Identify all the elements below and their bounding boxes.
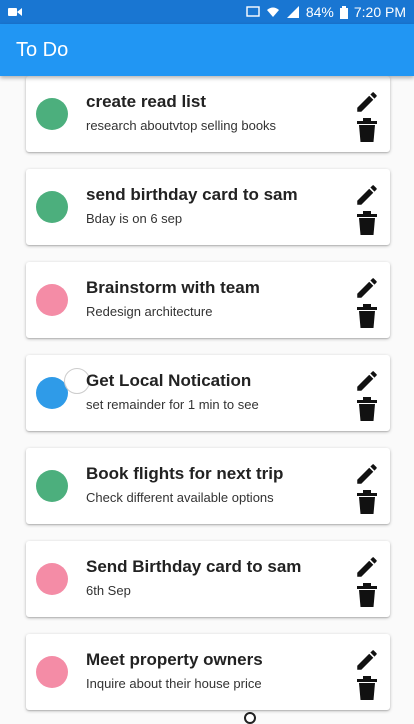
status-left — [8, 7, 246, 17]
clock: 7:20 PM — [353, 4, 406, 20]
task-subtitle: Bday is on 6 sep — [86, 211, 183, 226]
task-card[interactable]: Send Birthday card to sam 6th Sep — [26, 541, 390, 617]
app-title: To Do — [16, 38, 69, 61]
trash-icon[interactable] — [357, 490, 377, 514]
pencil-icon[interactable] — [354, 89, 380, 115]
signal-icon — [286, 6, 299, 18]
task-card[interactable]: Get Local Notication set remainder for 1… — [26, 355, 390, 431]
task-subtitle: 6th Sep — [86, 583, 131, 598]
trash-icon[interactable] — [357, 583, 377, 607]
task-title: Brainstorm with team — [86, 278, 260, 297]
task-card[interactable]: send birthday card to sam Bday is on 6 s… — [26, 169, 390, 245]
battery-percent: 84% — [305, 4, 334, 20]
pencil-icon[interactable] — [354, 368, 380, 394]
task-card[interactable]: Meet property owners Inquire about their… — [26, 634, 390, 710]
task-title: send birthday card to sam — [86, 185, 298, 204]
task-card[interactable]: Book flights for next trip Check differe… — [26, 448, 390, 524]
priority-dot — [36, 563, 68, 595]
priority-dot — [36, 284, 68, 316]
cast-icon — [246, 6, 260, 17]
pencil-icon[interactable] — [354, 461, 380, 487]
trash-icon[interactable] — [357, 397, 377, 421]
trash-icon[interactable] — [357, 304, 377, 328]
task-card[interactable]: create read list research aboutvtop sell… — [26, 76, 390, 152]
task-subtitle: research aboutvtop selling books — [86, 118, 277, 133]
battery-icon — [339, 5, 348, 19]
video-camera-icon — [8, 8, 22, 16]
priority-dot — [36, 191, 68, 223]
priority-dot — [36, 656, 68, 688]
status-bar: 84% 7:20 PM — [0, 0, 414, 24]
task-card[interactable]: Brainstorm with team Redesign architectu… — [26, 262, 390, 338]
task-subtitle: Redesign architecture — [86, 304, 213, 319]
trash-icon[interactable] — [357, 676, 377, 700]
task-title: Meet property owners — [86, 650, 263, 669]
trash-icon[interactable] — [357, 211, 377, 235]
task-title: create read list — [86, 92, 207, 111]
priority-dot — [36, 470, 68, 502]
pencil-icon[interactable] — [354, 647, 380, 673]
trash-icon[interactable] — [357, 118, 377, 142]
task-subtitle: Inquire about their house price — [86, 676, 262, 691]
task-title: Send Birthday card to sam — [86, 557, 302, 576]
wifi-icon — [266, 7, 279, 17]
app-bar: To Do — [0, 24, 414, 76]
pencil-icon[interactable] — [354, 275, 380, 301]
task-title: Get Local Notication — [86, 371, 252, 390]
task-list[interactable]: create read list research aboutvtop sell… — [0, 76, 414, 718]
status-right: 84% 7:20 PM — [246, 4, 406, 20]
pencil-icon[interactable] — [354, 182, 380, 208]
home-indicator-icon — [244, 712, 256, 724]
task-subtitle: Check different available options — [86, 490, 274, 505]
task-subtitle: set remainder for 1 min to see — [86, 397, 259, 412]
pencil-icon[interactable] — [354, 554, 380, 580]
task-title: Book flights for next trip — [86, 464, 284, 483]
priority-dot — [36, 98, 68, 130]
